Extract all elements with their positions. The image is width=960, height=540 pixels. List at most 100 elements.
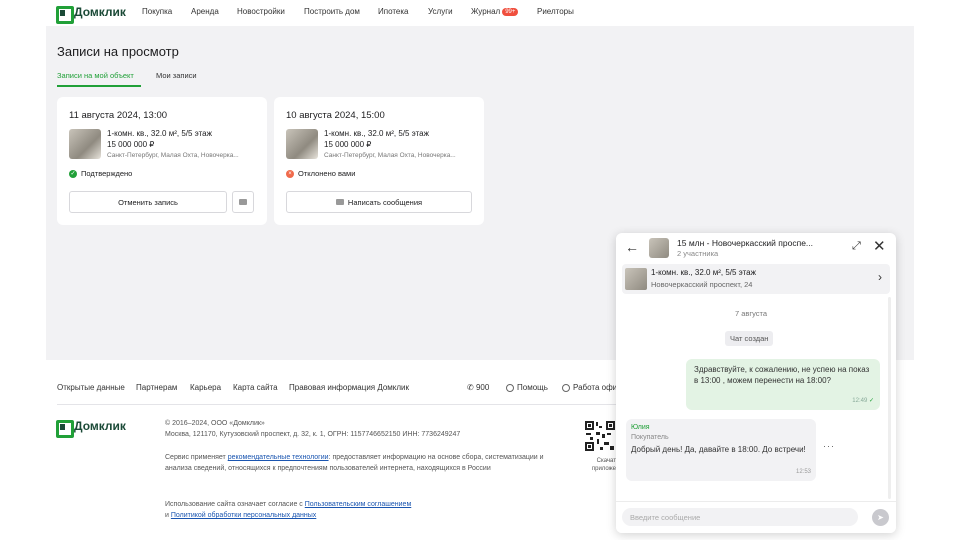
booking-status: × Отклонено вами [286,169,355,178]
write-message-label: Написать сообщения [347,197,423,207]
footer-help[interactable]: Помощь [506,383,548,392]
write-message-button[interactable]: Написать сообщения [286,191,472,213]
message-button[interactable] [232,191,254,213]
qr-caption-line2: приложе [591,466,616,472]
booking-status: ✓ Подтверждено [69,169,132,178]
tab-my-bookings[interactable]: Мои записи [156,71,197,80]
active-tab-indicator [57,85,141,87]
logo[interactable]: Домклик [56,5,126,19]
booking-card: 10 августа 2024, 15:00 1-комн. кв., 32.0… [274,97,484,225]
incoming-message: Юлия Покупатель Добрый день! Да, давайте… [626,419,816,481]
apartment-price: 15 000 000 ₽ [107,140,155,149]
nav-item-journal[interactable]: Журнал 99+ [471,7,519,16]
nav-item-new-buildings[interactable]: Новостройки [237,7,285,16]
logo-icon [56,5,70,19]
chat-icon [335,199,344,205]
message-input[interactable] [622,508,858,526]
apartment-title[interactable]: 1-комн. кв., 32.0 м², 5/5 этаж [324,129,429,138]
chat-object-bar[interactable]: 1-комн. кв., 32.0 м², 5/5 этаж Новочерка… [622,264,890,294]
booking-date: 10 августа 2024, 15:00 [286,110,385,121]
system-message: Чат создан [725,331,774,346]
footer-link-sitemap[interactable]: Карта сайта [233,383,278,392]
apartment-title[interactable]: 1-комн. кв., 32.0 м², 5/5 этаж [107,129,212,138]
page-title: Записи на просмотр [57,44,179,59]
qr-caption-line1: Скачат [596,458,616,464]
footer-logo-text: Домклик [74,419,126,433]
chat-participants: 2 участника [677,249,719,258]
nav-item-realtors[interactable]: Риелторы [537,7,574,16]
chat-scrollbar[interactable] [888,297,891,499]
back-arrow-icon[interactable]: ← [625,239,639,255]
close-icon[interactable]: ✕ [873,237,886,255]
clock-icon [562,383,570,392]
footer-logo[interactable]: Домклик [56,419,126,433]
recommendation-tech-link[interactable]: рекомендательные технологии [228,454,329,461]
logo-icon [56,419,70,433]
message-options-icon[interactable]: ··· [823,441,835,451]
footer-link-partners[interactable]: Партнерам [136,383,177,392]
cross-circle-icon: × [286,169,294,178]
footer-link-open-data[interactable]: Открытые данные [57,383,125,392]
copyright-text: © 2016–2024, ООО «Домклик» [165,420,265,427]
footer-office-hours-label: Работа офи [573,383,618,392]
chat-input-bar: ➤ [616,501,896,533]
footer-copyright: © 2016–2024, ООО «Домклик» Москва, 12117… [165,418,585,440]
apartment-thumbnail[interactable] [286,129,318,159]
send-icon[interactable]: ➤ [872,509,889,526]
outgoing-message-time: 12:49 [852,398,868,404]
expand-icon[interactable]: ⤢ [852,240,861,253]
object-title: 1-комн. кв., 32.0 м², 5/5 этаж [651,268,756,277]
object-thumbnail [625,268,647,290]
outgoing-message-text: Здравствуйте, к сожалению, не успею на п… [694,365,870,385]
nav-item-services[interactable]: Услуги [428,7,453,16]
legal-address: Москва, 121170, Кутузовский проспект, д.… [165,431,461,438]
message-author-role: Покупатель [631,434,669,441]
apartment-thumbnail[interactable] [69,129,101,159]
footer-link-legal[interactable]: Правовая информация Домклик [289,383,409,392]
footer-phone[interactable]: ✆ 900 [467,383,489,392]
footer-tech-notice: Сервис применяет рекомендательные технол… [165,452,550,474]
footer-divider [57,404,617,405]
chat-title: 15 млн - Новочеркасский проспе... [677,238,814,248]
nav-item-buy[interactable]: Покупка [142,7,172,16]
nav-item-journal-label: Журнал [471,7,501,16]
chat-avatar [649,238,669,258]
qr-caption: Скачат приложе [584,457,616,473]
qr-code-icon [584,420,616,452]
chat-window: ← 15 млн - Новочеркасский проспе... 2 уч… [616,233,896,533]
footer-phone-number: 900 [475,383,490,392]
privacy-policy-link[interactable]: Политикой обработки персональных данных [171,512,316,519]
app-download-qr[interactable]: Скачат приложе [584,420,616,472]
check-circle-icon: ✓ [69,169,77,178]
booking-status-label: Подтверждено [81,169,133,178]
apartment-address: Санкт-Петербург, Малая Охта, Новочерка..… [107,152,239,159]
nav-item-mortgage[interactable]: Ипотека [378,7,409,16]
user-agreement-link[interactable]: Пользовательским соглашением [305,501,412,508]
nav-item-build-house[interactable]: Построить дом [304,7,360,16]
journal-badge: 99+ [502,7,519,16]
outgoing-message: Здравствуйте, к сожалению, не успею на п… [686,359,880,410]
booking-status-label: Отклонено вами [298,169,356,178]
day-separator: 7 августа [734,309,768,318]
object-address: Новочеркасский проспект, 24 [651,280,753,289]
apartment-address: Санкт-Петербург, Малая Охта, Новочерка..… [324,152,456,159]
footer-agreement: Использование сайта означает согласие с … [165,499,565,521]
footer-link-career[interactable]: Карьера [190,383,221,392]
chat-icon [239,199,247,205]
incoming-message-text: Добрый день! Да, давайте в 18:00. До вст… [631,445,806,454]
tab-my-object[interactable]: Записи на мой объект [57,71,134,80]
tech-notice-pre: Сервис применяет [165,454,228,461]
phone-icon: ✆ [467,383,474,392]
logo-text: Домклик [74,5,126,19]
message-time: 12:53 [795,469,811,475]
booking-date: 11 августа 2024, 13:00 [69,110,168,121]
nav-item-rent[interactable]: Аренда [191,7,219,16]
footer-office-hours[interactable]: Работа офи [562,383,617,392]
message-author: Юлия [631,424,650,431]
top-nav: Домклик Покупка Аренда Новостройки Постр… [0,0,960,26]
cancel-booking-button[interactable]: Отменить запись [69,191,227,213]
booking-card: 11 августа 2024, 13:00 1-комн. кв., 32.0… [57,97,267,225]
read-check-icon: ✓ [868,398,874,404]
apartment-price: 15 000 000 ₽ [324,140,372,149]
chevron-right-icon: › [878,270,882,284]
